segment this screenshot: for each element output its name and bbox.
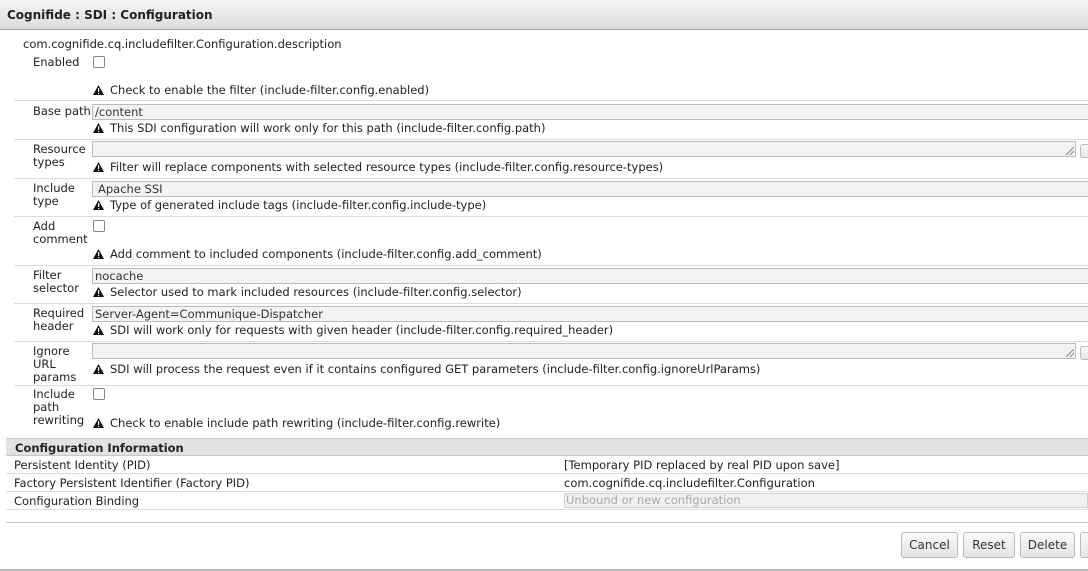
add-value-button[interactable] — [1080, 144, 1088, 158]
info-row-binding: Configuration Binding Unbound or new con… — [6, 492, 1088, 510]
required-header-input[interactable]: Server-Agent=Communique-Dispatcher — [92, 306, 1088, 322]
reset-button[interactable]: Reset — [963, 532, 1015, 558]
ignore-url-params-textarea[interactable] — [92, 343, 1076, 359]
info-key-pid: Persistent Identity (PID) — [14, 458, 151, 472]
field-row-include-path-rewriting: Include path rewriting Check to enable i… — [14, 386, 1088, 434]
field-hint-base-path: This SDI configuration will work only fo… — [93, 121, 545, 135]
info-row-factory-pid: Factory Persistent Identifier (Factory P… — [6, 474, 1088, 492]
field-hint-include-type: Type of generated include tags (include-… — [93, 198, 486, 212]
warning-icon — [93, 287, 104, 297]
field-label-include-path-rewriting: Include path rewriting — [33, 387, 85, 427]
field-label-include-type: Include type — [33, 181, 75, 208]
field-row-ignore-url-params: Ignore URL params SDI will process the r… — [14, 342, 1088, 386]
save-button[interactable] — [1080, 532, 1088, 558]
config-description: com.cognifide.cq.includefilter.Configura… — [23, 37, 342, 51]
enabled-checkbox[interactable] — [93, 56, 105, 68]
field-label-enabled: Enabled — [33, 55, 80, 69]
field-row-enabled: Enabled Check to enable the filter (incl… — [14, 52, 1088, 101]
resource-types-textarea[interactable] — [92, 141, 1076, 157]
field-label-ignore-url-params: Ignore URL params — [33, 344, 77, 384]
filter-selector-input[interactable]: nocache — [92, 268, 1088, 284]
field-row-base-path: Base path /content This SDI configuratio… — [14, 101, 1088, 140]
dialog-title: Cognifide : SDI : Configuration — [7, 8, 213, 22]
info-key-factory-pid: Factory Persistent Identifier (Factory P… — [14, 476, 250, 490]
warning-icon — [93, 200, 104, 210]
field-row-filter-selector: Filter selector nocache Selector used to… — [14, 266, 1088, 304]
footer-divider — [6, 522, 1088, 523]
field-row-add-comment: Add comment Add comment to included comp… — [14, 217, 1088, 266]
info-value-pid: [Temporary PID replaced by real PID upon… — [564, 458, 840, 472]
info-key-binding: Configuration Binding — [14, 494, 140, 508]
warning-icon — [93, 123, 104, 133]
config-info-title: Configuration Information — [15, 441, 184, 455]
field-row-include-type: Include type Apache SSI Type of generate… — [14, 179, 1088, 217]
field-hint-add-comment: Add comment to included components (incl… — [93, 247, 542, 261]
field-label-base-path: Base path — [33, 104, 91, 118]
config-info-header: Configuration Information — [6, 438, 1088, 456]
field-row-resource-types: Resource types Filter will replace compo… — [14, 140, 1088, 179]
field-hint-enabled: Check to enable the filter (include-filt… — [93, 83, 429, 97]
info-row-pid: Persistent Identity (PID) [Temporary PID… — [6, 456, 1088, 474]
include-type-select[interactable]: Apache SSI — [92, 181, 1088, 197]
add-comment-checkbox[interactable] — [93, 220, 105, 232]
warning-icon — [93, 418, 104, 428]
field-label-add-comment: Add comment — [33, 219, 88, 246]
field-label-required-header: Required header — [33, 306, 85, 333]
add-value-button[interactable] — [1080, 346, 1088, 360]
field-hint-required-header: SDI will work only for requests with giv… — [93, 323, 613, 337]
warning-icon — [93, 249, 104, 259]
field-hint-filter-selector: Selector used to mark included resources… — [93, 285, 522, 299]
field-hint-ignore-url-params: SDI will process the request even if it … — [93, 362, 760, 376]
cancel-button[interactable]: Cancel — [901, 532, 958, 558]
include-path-rewriting-checkbox[interactable] — [93, 388, 105, 400]
warning-icon — [93, 85, 104, 95]
configuration-binding-field: Unbound or new configuration — [564, 493, 1088, 508]
field-hint-include-path-rewriting: Check to enable include path rewriting (… — [93, 416, 500, 430]
resize-grip-icon[interactable] — [1066, 349, 1074, 357]
field-label-filter-selector: Filter selector — [33, 268, 79, 295]
warning-icon — [93, 364, 104, 374]
warning-icon — [93, 162, 104, 172]
info-value-factory-pid: com.cognifide.cq.includefilter.Configura… — [564, 476, 815, 490]
dialog-titlebar: Cognifide : SDI : Configuration — [0, 0, 1088, 30]
delete-button[interactable]: Delete — [1020, 532, 1075, 558]
base-path-input[interactable]: /content — [92, 104, 1088, 120]
warning-icon — [93, 325, 104, 335]
field-label-resource-types: Resource types — [33, 142, 86, 169]
field-row-required-header: Required header Server-Agent=Communique-… — [14, 304, 1088, 342]
resize-grip-icon[interactable] — [1066, 147, 1074, 155]
field-hint-resource-types: Filter will replace components with sele… — [93, 160, 663, 174]
